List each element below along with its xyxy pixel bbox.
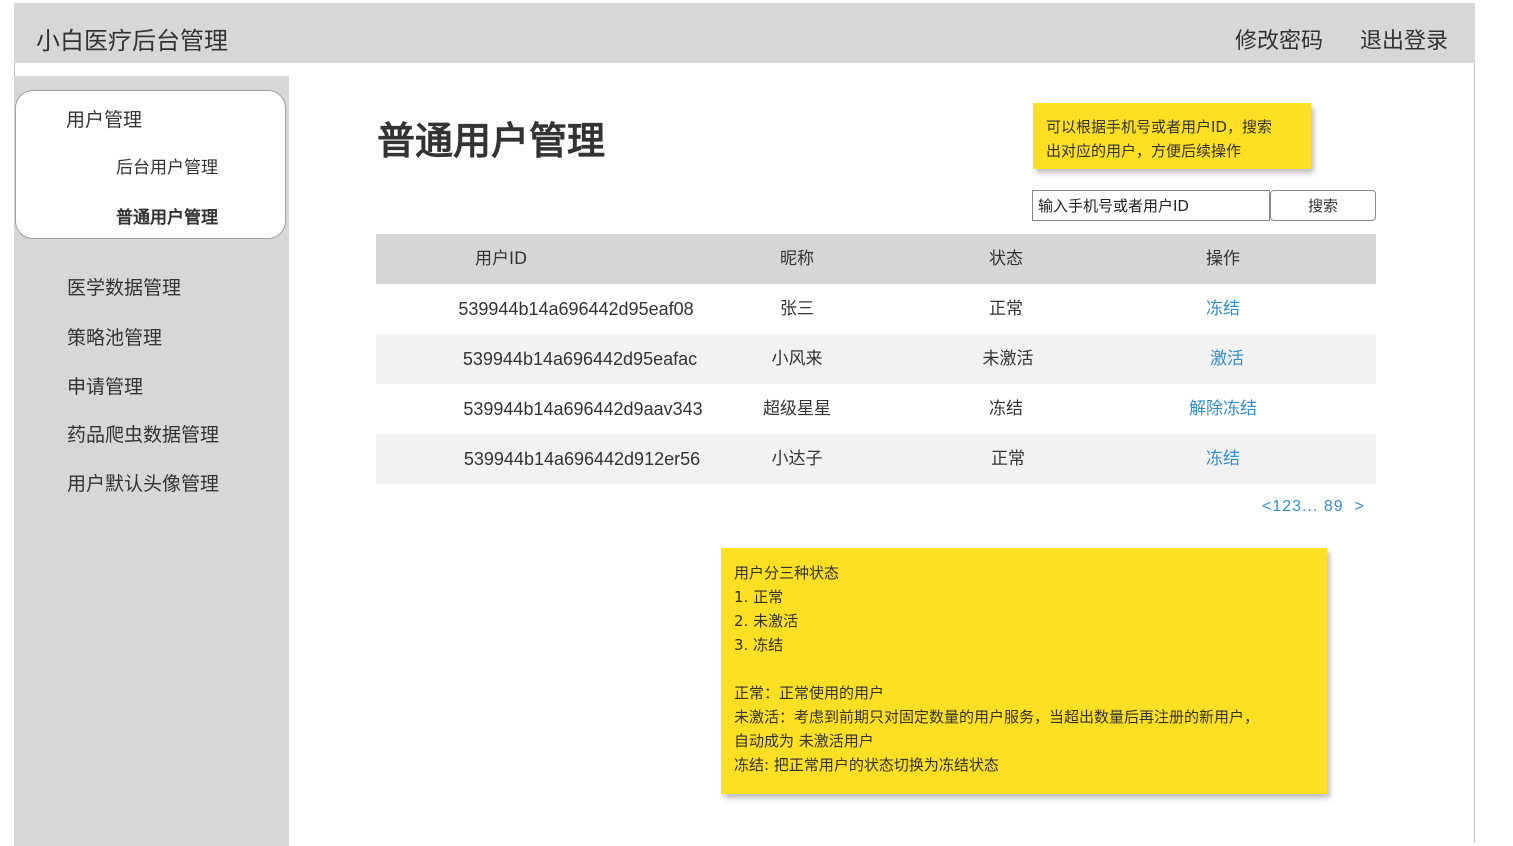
page-title: 普通用户管理	[377, 119, 606, 163]
table-header-row: 用户ID 昵称 状态 操作	[376, 234, 1376, 284]
table-row: 539944b14a696442d95eaf08 张三 正常 冻结	[376, 284, 1376, 334]
app-title: 小白医疗后台管理	[36, 27, 228, 55]
column-header-user-id: 用户ID	[474, 249, 528, 269]
cell-nickname: 超级星星	[763, 399, 831, 419]
top-header: 小白医疗后台管理 修改密码 退出登录	[14, 3, 1475, 63]
cell-nickname: 张三	[780, 299, 814, 319]
change-password-link[interactable]: 修改密码	[1235, 23, 1323, 55]
user-table: 用户ID 昵称 状态 操作 539944b14a696442d95eaf08 张…	[376, 234, 1376, 484]
pagination[interactable]: <123... 89 >	[1262, 498, 1365, 516]
status-annotation-note: 用户分三种状态 1. 正常 2. 未激活 3. 冻结 正常：正常使用的用户 未激…	[721, 548, 1327, 794]
note-line: 用户分三种状态	[734, 564, 840, 582]
freeze-action-link[interactable]: 冻结	[1206, 434, 1240, 484]
cell-status: 正常	[989, 299, 1023, 319]
cell-nickname: 小风来	[771, 349, 823, 369]
note-line: 2. 未激活	[734, 612, 799, 630]
cell-nickname: 小达子	[771, 449, 823, 469]
cell-user-id: 539944b14a696442d9aav343	[463, 399, 703, 419]
sidebar-item-applications[interactable]: 申请管理	[67, 372, 143, 399]
search-button[interactable]: 搜索	[1270, 190, 1376, 221]
unfreeze-action-link[interactable]: 解除冻结	[1189, 384, 1257, 434]
search-annotation-note: 可以根据手机号或者用户ID，搜索 出对应的用户，方便后续操作	[1033, 103, 1311, 169]
sidebar-group-title[interactable]: 用户管理	[66, 105, 142, 132]
note-line: 1. 正常	[734, 588, 784, 606]
table-row: 539944b14a696442d912er56 小达子 正常 冻结	[376, 434, 1376, 484]
sidebar-subitem-normal-users[interactable]: 普通用户管理	[116, 203, 218, 228]
sidebar-subitem-admin-users[interactable]: 后台用户管理	[116, 153, 218, 178]
sidebar-group-user-management: 用户管理 后台用户管理 普通用户管理	[15, 90, 286, 239]
activate-action-link[interactable]: 激活	[1210, 334, 1244, 384]
note-line: 可以根据手机号或者用户ID，搜索	[1046, 118, 1272, 136]
note-line: 冻结: 把正常用户的状态切换为冻结状态	[734, 756, 999, 774]
note-line: 未激活：考虑到前期只对固定数量的用户服务，当超出数量后再注册的新用户，	[734, 708, 1260, 726]
search-input[interactable]	[1032, 190, 1270, 221]
cell-status: 冻结	[989, 399, 1023, 419]
column-header-actions: 操作	[1206, 249, 1240, 269]
note-line: 正常：正常使用的用户	[734, 684, 885, 702]
cell-status: 正常	[991, 449, 1025, 469]
column-header-status: 状态	[989, 249, 1023, 269]
sidebar: 用户管理 后台用户管理 普通用户管理 医学数据管理 策略池管理 申请管理 药品爬…	[14, 76, 289, 846]
logout-link[interactable]: 退出登录	[1360, 23, 1448, 55]
sidebar-item-strategy-pool[interactable]: 策略池管理	[67, 323, 162, 350]
table-row: 539944b14a696442d9aav343 超级星星 冻结 解除冻结	[376, 384, 1376, 434]
note-line: 自动成为 未激活用户	[734, 732, 874, 750]
column-header-nickname: 昵称	[780, 249, 814, 269]
note-line: 3. 冻结	[734, 636, 784, 654]
sidebar-item-default-avatar[interactable]: 用户默认头像管理	[67, 469, 219, 496]
cell-status: 未激活	[982, 349, 1034, 369]
sidebar-item-drug-crawler[interactable]: 药品爬虫数据管理	[67, 420, 219, 447]
cell-user-id: 539944b14a696442d95eafac	[462, 349, 698, 369]
sidebar-item-medical-data[interactable]: 医学数据管理	[67, 273, 181, 300]
note-blank-line	[734, 657, 1327, 681]
freeze-action-link[interactable]: 冻结	[1206, 284, 1240, 334]
table-row: 539944b14a696442d95eafac 小风来 未激活 激活	[376, 334, 1376, 384]
note-line: 出对应的用户，方便后续操作	[1046, 142, 1242, 160]
cell-user-id: 539944b14a696442d95eaf08	[458, 299, 694, 319]
cell-user-id: 539944b14a696442d912er56	[463, 449, 701, 469]
